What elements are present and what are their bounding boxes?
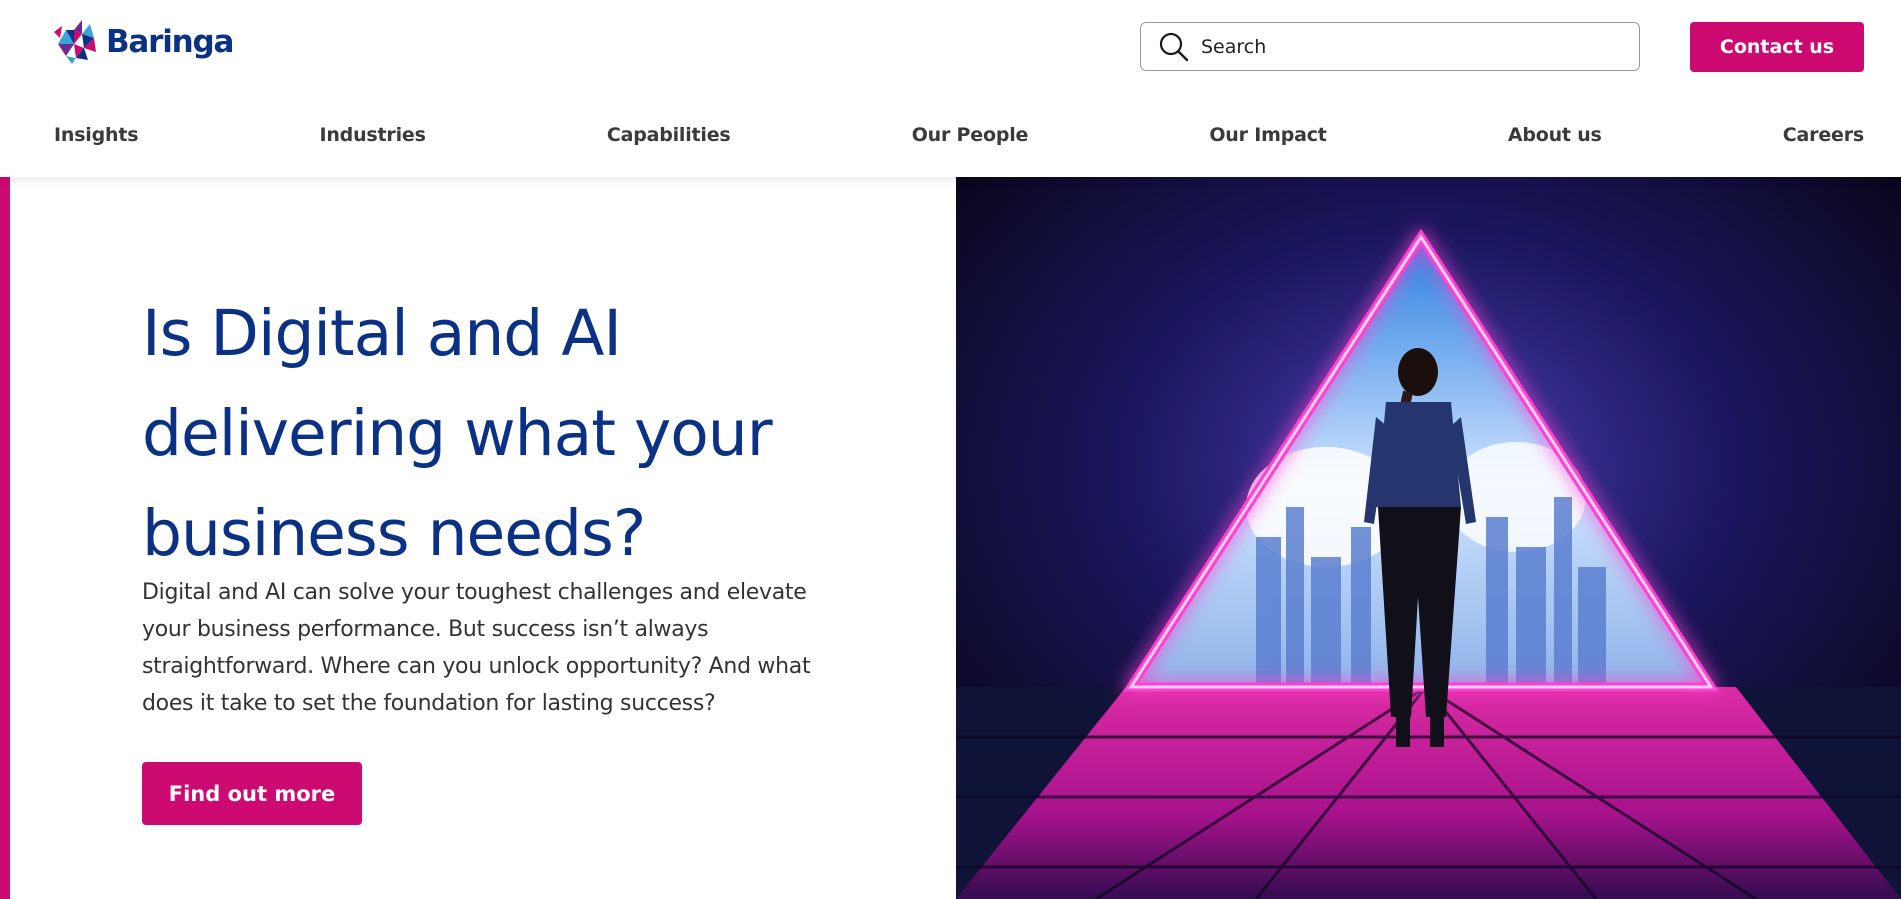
search-icon [1159, 32, 1189, 61]
nav-item-capabilities[interactable]: Capabilities [607, 124, 731, 146]
nav-item-careers[interactable]: Careers [1783, 124, 1864, 146]
nav-item-industries[interactable]: Industries [319, 124, 425, 146]
baringa-logo-icon [54, 20, 96, 64]
find-out-more-button[interactable]: Find out more [142, 762, 362, 825]
search-input[interactable] [1201, 35, 1621, 58]
hero-content: Is Digital and AI delivering what your b… [10, 177, 956, 899]
brand-logo[interactable]: Baringa [54, 20, 234, 64]
neon-triangle-illustration [956, 177, 1901, 899]
hero-description: Digital and AI can solve your toughest c… [142, 580, 811, 716]
search-box[interactable] [1140, 22, 1640, 71]
nav-item-insights[interactable]: Insights [54, 124, 139, 146]
hero-accent-bar [0, 177, 10, 899]
main-nav: Insights Industries Capabilities Our Peo… [54, 124, 1864, 146]
hero-image [956, 177, 1901, 899]
site-header: Baringa Contact us Insights Industries C… [0, 0, 1901, 177]
contact-us-button[interactable]: Contact us [1690, 22, 1864, 72]
hero-title: Is Digital and AI delivering what your b… [142, 297, 773, 570]
nav-item-our-people[interactable]: Our People [912, 124, 1029, 146]
nav-item-about-us[interactable]: About us [1508, 124, 1602, 146]
nav-item-our-impact[interactable]: Our Impact [1209, 124, 1327, 146]
brand-name: Baringa [106, 24, 234, 60]
